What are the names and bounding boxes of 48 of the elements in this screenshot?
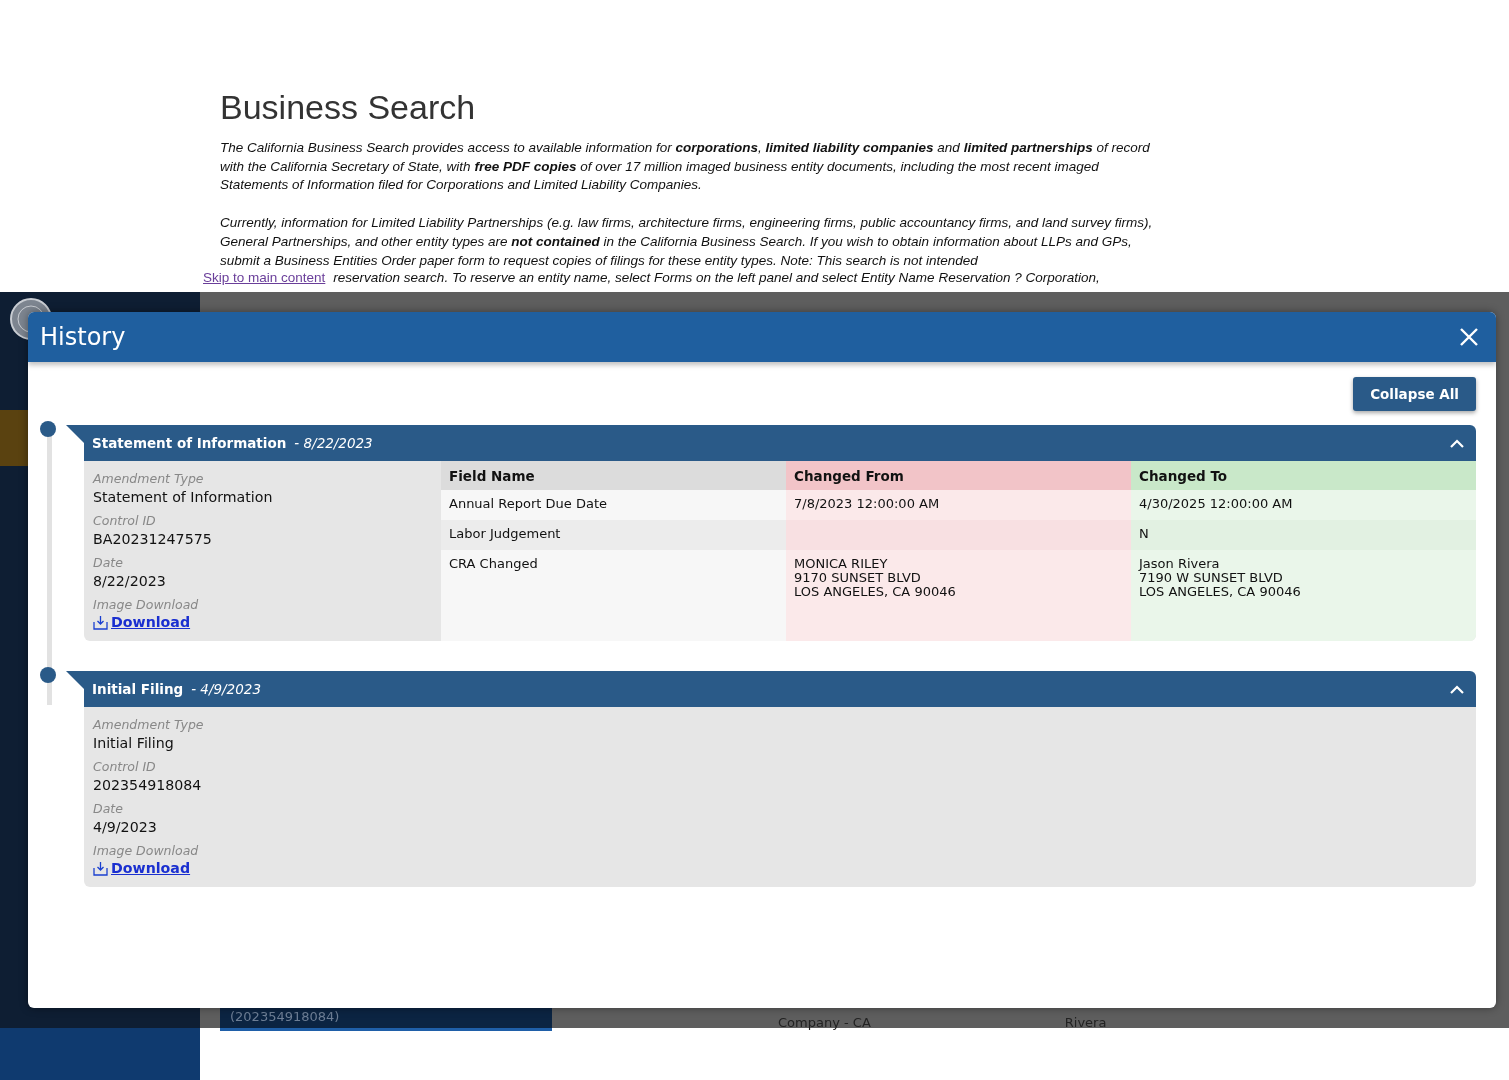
table-cell: N — [1131, 520, 1476, 550]
table-cell: CRA Changed — [441, 550, 786, 641]
intro-paragraph: reservation search. To reserve an entity name, select Forms on the left panel and select Entity Name Reservation ? Corporation, — [333, 269, 1100, 288]
detail-value: Statement of Information — [93, 488, 274, 507]
section-date: - 4/9/2023 — [191, 681, 261, 697]
collapse-all-button[interactable]: Collapse All — [1353, 377, 1476, 411]
column-header: Changed To — [1131, 461, 1476, 490]
detail-label: Image Download — [93, 596, 200, 613]
detail-value: 202354918084 — [93, 776, 203, 795]
notch-icon — [66, 671, 84, 689]
detail-label: Date — [93, 800, 124, 817]
detail-value: BA20231247575 — [93, 530, 213, 549]
table-cell: Annual Report Due Date — [441, 490, 786, 520]
download-icon — [93, 614, 108, 630]
download-link[interactable]: Download — [111, 614, 191, 630]
section-title: Statement of Information — [92, 435, 287, 451]
timeline-dot — [40, 421, 56, 437]
download-icon — [93, 860, 108, 876]
detail-value: 8/22/2023 — [93, 572, 167, 591]
table-cell: MONICA RILEY 9170 SUNSET BLVD LOS ANGELES, CA 90046 — [786, 550, 1131, 641]
detail-label: Control ID — [93, 512, 157, 529]
section-title: Initial Filing — [92, 681, 184, 697]
table-cell: Jason Rivera 7190 W SUNSET BLVD LOS ANGELES, CA 90046 — [1131, 550, 1476, 641]
notch-icon — [66, 425, 84, 443]
page-title: Business Search — [220, 88, 477, 127]
detail-value: 4/9/2023 — [93, 818, 158, 837]
skip-link[interactable]: Skip to main content — [203, 269, 326, 288]
detail-value: Initial Filing — [93, 734, 175, 753]
chevron-icon[interactable] — [1450, 438, 1464, 448]
table-cell: 7/8/2023 12:00:00 AM — [786, 490, 1131, 520]
timeline-dot — [40, 667, 56, 683]
table-cell-text: Company - CA — [778, 1013, 871, 1031]
download-link[interactable]: Download — [111, 860, 191, 876]
detail-label: Amendment Type — [93, 470, 205, 487]
close-icon[interactable] — [1460, 328, 1478, 346]
section-date: - 8/22/2023 — [294, 435, 373, 451]
table-cell: 4/30/2025 12:00:00 AM — [1131, 490, 1476, 520]
column-header: Field Name — [441, 461, 786, 490]
detail-label: Date — [93, 554, 124, 571]
chevron-icon[interactable] — [1450, 684, 1464, 694]
table-cell: Labor Judgement — [441, 520, 786, 550]
table-cell-text: Rivera — [1064, 1013, 1107, 1031]
intro-paragraph: The California Business Search provides access to available information for corporations, limited liability companies and limited partnerships of record with the California Secretary of State, with free PDF copies of over 17 million imaged business entity documents, including the most recent imaged Statements of Information filed for Corporations and Limited Liability Companies. — [220, 139, 1151, 195]
column-header: Changed From — [786, 461, 1131, 490]
detail-label: Image Download — [93, 842, 200, 859]
dialog-title: History — [40, 323, 126, 351]
detail-label: Control ID — [93, 758, 157, 775]
detail-label: Amendment Type — [93, 716, 205, 733]
